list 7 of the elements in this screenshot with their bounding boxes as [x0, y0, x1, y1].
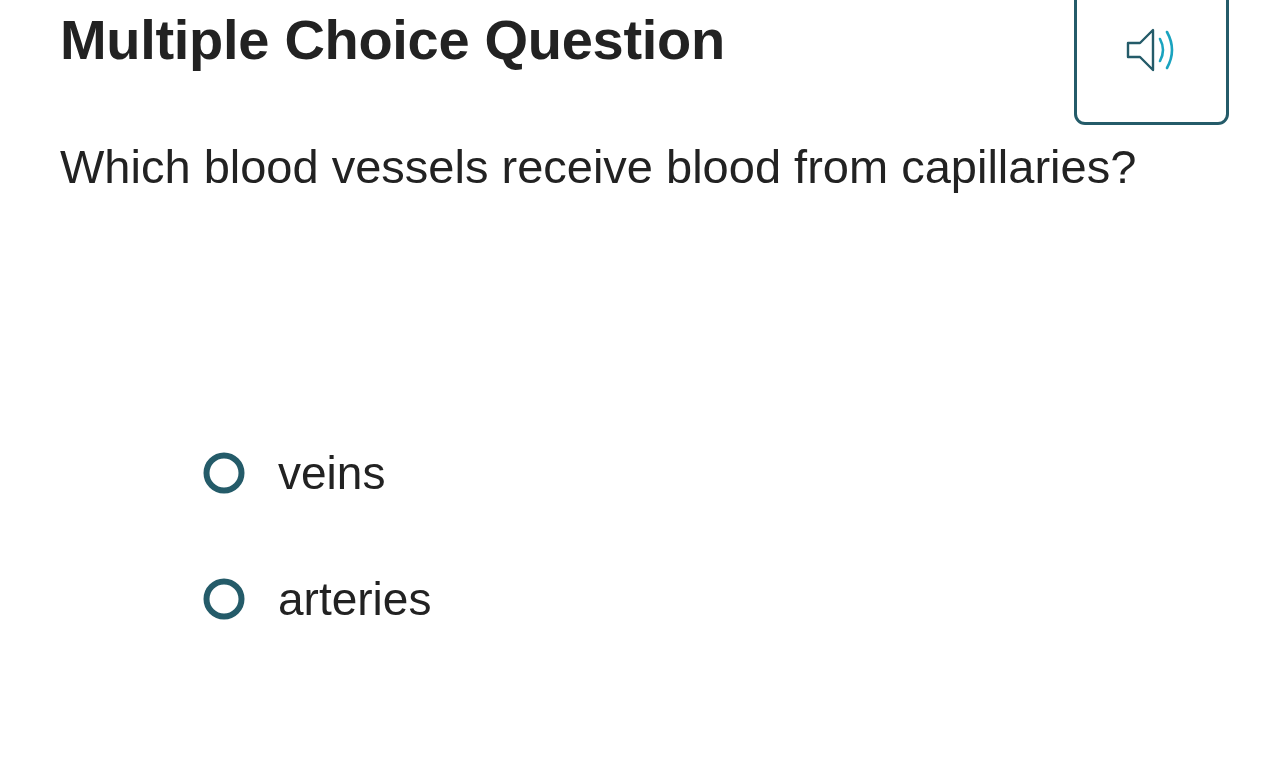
- page-title: Multiple Choice Question: [60, 8, 725, 72]
- radio-icon[interactable]: [203, 578, 245, 620]
- audio-button[interactable]: [1074, 0, 1229, 125]
- option-label[interactable]: arteries: [278, 571, 432, 627]
- question-text: Which blood vessels receive blood from capillaries?: [60, 139, 1138, 195]
- radio-icon[interactable]: [203, 452, 245, 494]
- option-label[interactable]: veins: [278, 445, 386, 501]
